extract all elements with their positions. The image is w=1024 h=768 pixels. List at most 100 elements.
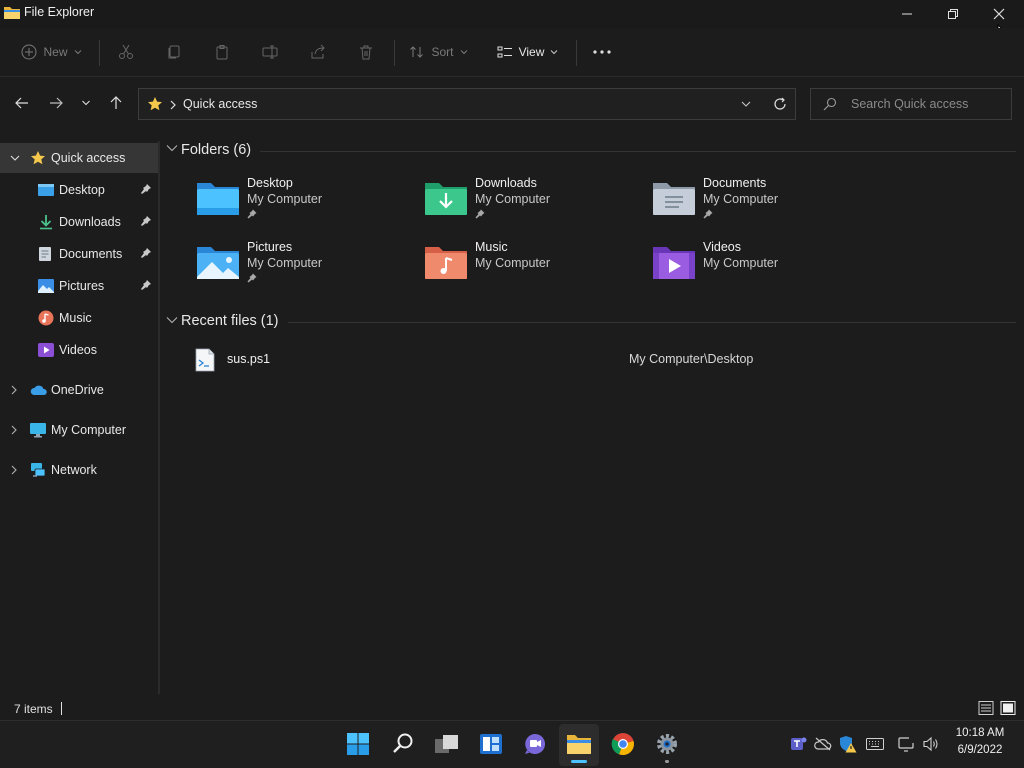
arrow-right-icon (50, 97, 63, 109)
pin-icon (247, 273, 257, 283)
minimize-icon (902, 13, 912, 15)
sidebar-item-label: Pictures (59, 279, 105, 293)
sidebar-item-label: Videos (59, 343, 97, 357)
chrome-taskbar-button[interactable] (607, 728, 639, 760)
pane-divider[interactable] (158, 141, 160, 694)
pin-icon[interactable] (140, 247, 152, 259)
folder-location: My Computer (703, 192, 779, 206)
back-button[interactable] (8, 88, 36, 118)
folder-tile-pictures[interactable]: Pictures My Computer (192, 238, 402, 290)
security-tray-icon[interactable] (838, 734, 858, 754)
file-name: sus.ps1 (227, 352, 271, 366)
folder-tile-downloads[interactable]: Downloads My Computer (420, 174, 630, 226)
folder-tile-documents[interactable]: Documents My Computer (648, 174, 858, 226)
details-view-button[interactable] (978, 700, 994, 719)
sidebar-item-downloads[interactable]: Downloads (0, 207, 158, 237)
new-button[interactable]: New (14, 28, 90, 76)
more-options-button[interactable] (586, 28, 618, 76)
keyboard-tray-icon[interactable] (865, 734, 885, 754)
settings-taskbar-button[interactable] (651, 728, 683, 760)
task-view-button[interactable] (431, 728, 463, 760)
item-count: 7 items (14, 702, 53, 716)
close-icon (993, 8, 1005, 20)
sidebar-item-videos[interactable]: Videos (0, 335, 158, 365)
folder-name: Music (475, 240, 508, 254)
network-tray-icon[interactable] (897, 734, 917, 754)
folder-tile-videos[interactable]: Videos My Computer (648, 238, 858, 290)
folders-section-toggle[interactable] (166, 142, 178, 157)
recent-locations-button[interactable] (74, 88, 98, 118)
sidebar-item-documents[interactable]: Documents (0, 239, 158, 269)
sidebar-item-label: Downloads (59, 215, 121, 229)
delete-button[interactable] (350, 28, 382, 76)
search-box[interactable]: Search Quick access (810, 88, 1012, 120)
sidebar-item-label: Quick access (51, 151, 126, 165)
pin-icon[interactable] (140, 183, 152, 195)
paste-button[interactable] (206, 28, 238, 76)
view-button[interactable]: View (490, 28, 566, 76)
tiles-view-button[interactable] (1000, 700, 1016, 719)
file-explorer-taskbar-button[interactable] (563, 728, 595, 760)
copy-icon (168, 45, 180, 59)
folder-icon (567, 735, 591, 754)
folder-tile-desktop[interactable]: Desktop My Computer (192, 174, 402, 226)
restore-button[interactable] (930, 0, 976, 28)
onedrive-tray-icon[interactable] (813, 734, 833, 754)
recent-file-row[interactable]: sus.ps1 My Computer\Desktop (188, 346, 1008, 374)
taskbar-search-button[interactable] (387, 728, 419, 760)
more-icon (593, 50, 611, 54)
teams-tray-icon[interactable] (788, 734, 808, 754)
cloud-offline-icon (814, 737, 832, 751)
folder-tile-music[interactable]: Music My Computer (420, 238, 630, 290)
sidebar-item-network[interactable]: Network (0, 455, 158, 485)
share-button[interactable] (302, 28, 334, 76)
teams-chat-button[interactable] (519, 728, 551, 760)
rename-icon (262, 45, 278, 59)
up-button[interactable] (102, 88, 130, 118)
sidebar-item-desktop[interactable]: Desktop (0, 175, 158, 205)
chevron-down-icon (166, 145, 178, 152)
volume-tray-icon[interactable] (921, 734, 941, 754)
pin-icon[interactable] (140, 215, 152, 227)
separator (99, 40, 100, 66)
sidebar-item-my-computer[interactable]: My Computer (0, 415, 158, 445)
forward-button[interactable] (42, 88, 70, 118)
view-label: View (518, 45, 545, 59)
start-button[interactable] (342, 728, 374, 760)
sidebar-item-onedrive[interactable]: OneDrive (0, 375, 158, 405)
chevron-down-icon[interactable] (741, 99, 751, 109)
separator (576, 40, 577, 66)
cut-button[interactable] (110, 28, 142, 76)
pin-icon (703, 209, 713, 219)
sidebar-item-pictures[interactable]: Pictures (0, 271, 158, 301)
downloads-folder-icon (425, 183, 467, 215)
network-status-icon (898, 737, 915, 752)
sidebar-item-quick-access[interactable]: Quick access (0, 143, 158, 173)
copy-button[interactable] (158, 28, 190, 76)
clock-date[interactable]: 6/9/2022 (940, 744, 1020, 756)
title-bar (0, 0, 1024, 28)
file-explorer-icon (4, 6, 20, 19)
star-icon (148, 97, 162, 111)
refresh-icon[interactable] (773, 97, 787, 111)
chevron-right-icon (11, 385, 17, 395)
search-icon (823, 97, 837, 111)
videos-folder-icon (653, 247, 695, 279)
pin-icon[interactable] (140, 279, 152, 291)
script-file-icon (195, 348, 215, 372)
address-location[interactable]: Quick access (183, 97, 257, 111)
restore-icon (948, 9, 958, 19)
arrow-up-icon (110, 96, 122, 109)
sidebar-item-music[interactable]: Music (0, 303, 158, 333)
folder-location: My Computer (475, 256, 551, 270)
sort-button[interactable]: Sort (404, 28, 474, 76)
widgets-button[interactable] (475, 728, 507, 760)
recent-section-toggle[interactable] (166, 314, 178, 329)
address-bar[interactable]: Quick access (138, 88, 796, 120)
minimize-button[interactable] (884, 0, 930, 28)
clock-time[interactable]: 10:18 AM (940, 727, 1020, 739)
rename-button[interactable] (254, 28, 286, 76)
sort-icon (410, 46, 424, 58)
download-arrow-icon (40, 215, 52, 230)
clipboard-icon (216, 45, 228, 60)
